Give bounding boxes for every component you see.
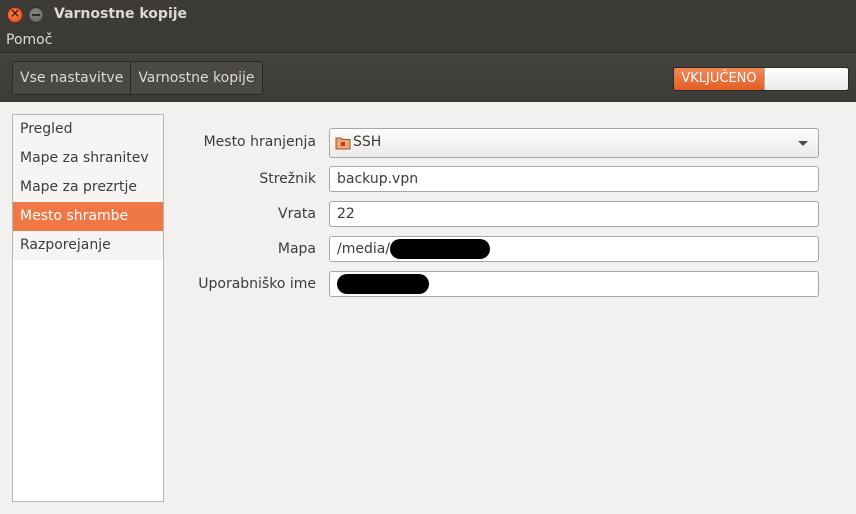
folder-remote-icon — [335, 137, 351, 150]
backup-toggle-switch[interactable]: VKLJUČENO — [673, 67, 849, 91]
username-label: Uporabniško ime — [198, 276, 316, 292]
server-label: Strežnik — [259, 171, 316, 187]
switch-on-label: VKLJUČENO — [674, 68, 764, 90]
redacted-block — [390, 239, 491, 259]
all-settings-button[interactable]: Vse nastavitve — [13, 62, 130, 94]
navigation-buttons: Vse nastavitve Varnostne kopije — [12, 61, 263, 95]
window-title: Varnostne kopije — [54, 6, 188, 22]
storage-location-value: SSH — [353, 134, 382, 150]
sidebar-item-scheduling[interactable]: Razporejanje — [13, 231, 163, 260]
toolbar: Vse nastavitve Varnostne kopije VKLJUČEN… — [0, 52, 856, 102]
switch-knob[interactable] — [764, 68, 848, 90]
sidebar: Pregled Mape za shranitev Mape za prezrt… — [12, 114, 164, 502]
backups-button[interactable]: Varnostne kopije — [130, 62, 261, 94]
sidebar-item-overview[interactable]: Pregled — [13, 115, 163, 144]
folder-input-value: /media/ — [337, 241, 391, 257]
port-input[interactable]: 22 — [329, 201, 819, 227]
folder-label: Mapa — [277, 241, 316, 257]
storage-location-label: Mesto hranjenja — [203, 134, 316, 150]
storage-location-combo[interactable]: SSH — [329, 128, 819, 158]
redacted-block — [337, 274, 429, 294]
port-label: Vrata — [278, 206, 316, 222]
menubar: Pomoč — [0, 30, 856, 52]
chevron-down-icon — [798, 141, 808, 146]
close-icon[interactable]: × — [7, 6, 23, 23]
username-input[interactable] — [329, 271, 819, 297]
folder-input[interactable]: /media/ — [329, 236, 819, 262]
sidebar-item-folders-to-save[interactable]: Mape za shranitev — [13, 144, 163, 173]
sidebar-item-storage-location[interactable]: Mesto shrambe — [13, 202, 163, 231]
server-input[interactable]: backup.vpn — [329, 166, 819, 192]
menu-help[interactable]: Pomoč — [6, 32, 52, 48]
sidebar-item-folders-to-ignore[interactable]: Mape za prezrtje — [13, 173, 163, 202]
title-bar: × Varnostne kopije — [0, 0, 856, 30]
minimize-icon[interactable] — [28, 7, 44, 23]
